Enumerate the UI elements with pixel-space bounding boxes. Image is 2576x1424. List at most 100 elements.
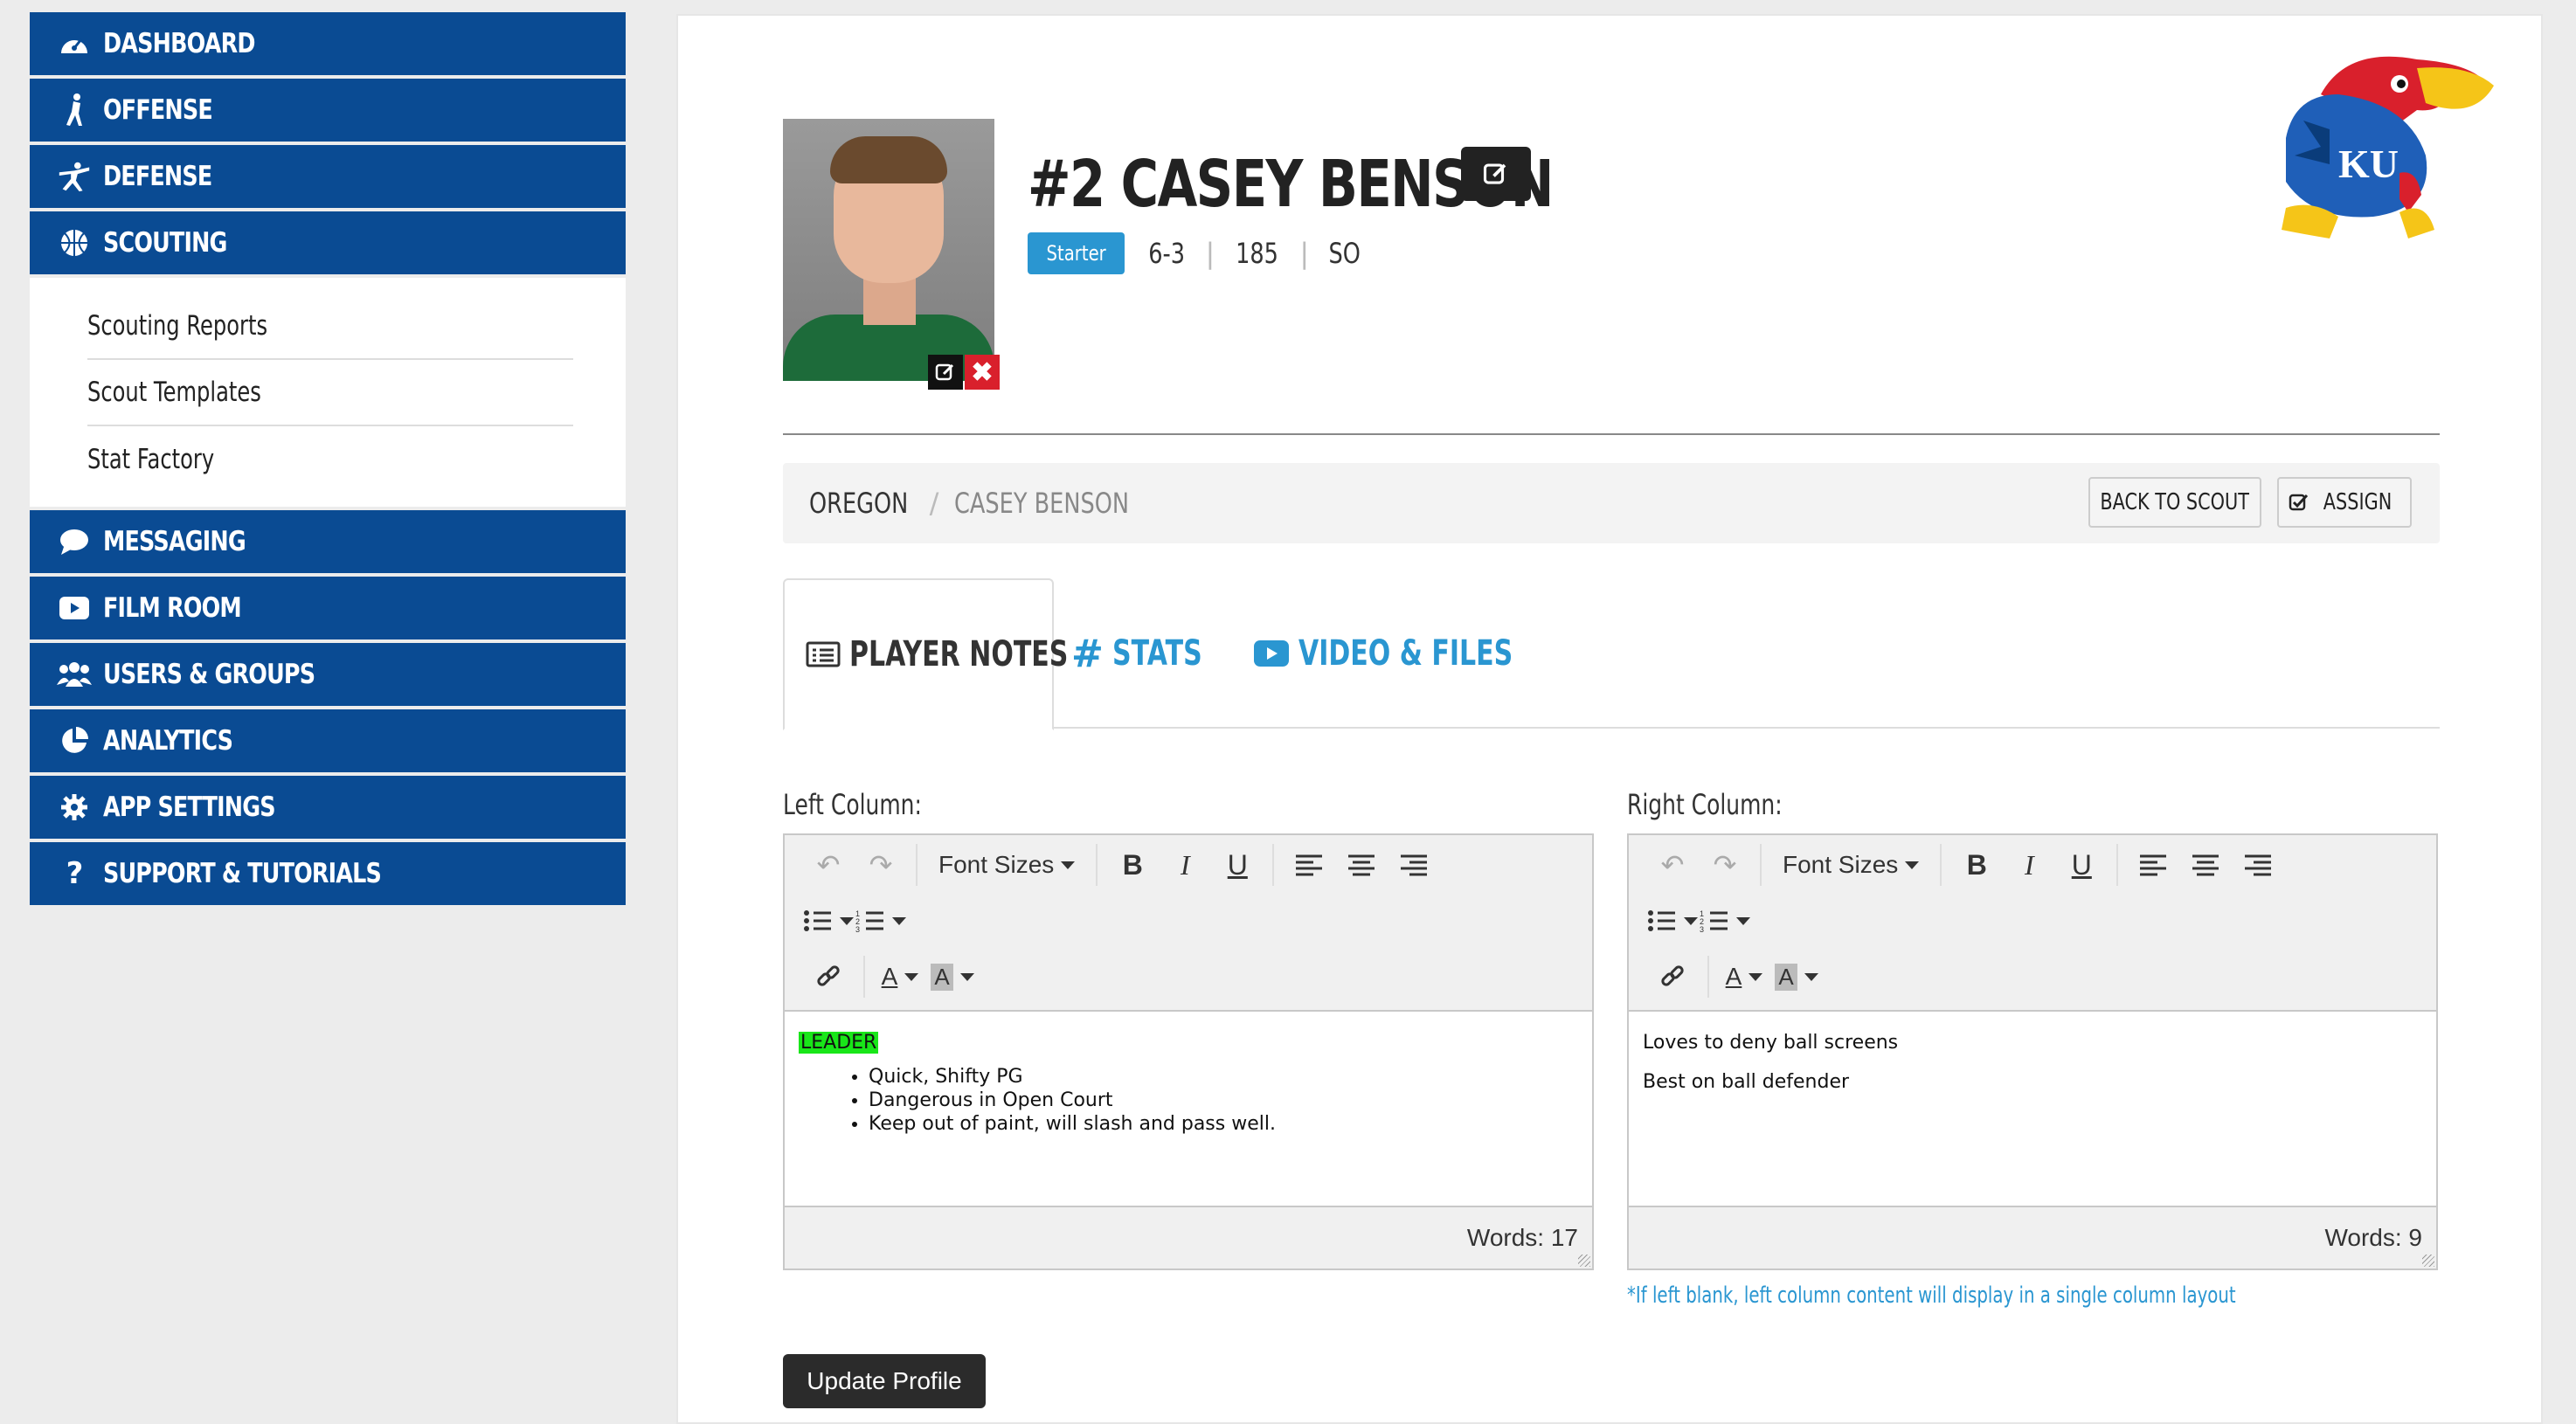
svg-text:3: 3	[1700, 925, 1704, 933]
right-editor-content[interactable]: Loves to deny ball screens Best on ball …	[1629, 1012, 2436, 1206]
italic-icon[interactable]: I	[1159, 840, 1211, 889]
nav-users-groups[interactable]: USERS & GROUPS	[30, 643, 626, 706]
tabs: PLAYER NOTES # STATS VIDEO & FILES	[783, 578, 2440, 730]
subnav-scout-templates[interactable]: Scout Templates	[87, 360, 573, 426]
name-edit-button[interactable]	[1461, 147, 1531, 201]
update-profile-button[interactable]: Update Profile	[783, 1354, 986, 1408]
align-left-icon[interactable]	[1283, 840, 1335, 889]
nav-analytics[interactable]: ANALYTICS	[30, 709, 626, 772]
left-status-bar: Words: 17	[785, 1206, 1592, 1268]
link-icon[interactable]	[1646, 952, 1699, 1001]
list-icon	[806, 641, 841, 667]
align-right-icon[interactable]	[2232, 840, 2284, 889]
bullet-list-icon[interactable]	[1646, 896, 1699, 945]
redo-icon[interactable]: ↷	[1699, 840, 1751, 889]
nav-label: SCOUTING	[103, 227, 227, 259]
hash-icon: #	[1071, 631, 1104, 676]
chevron-down-icon	[1905, 861, 1920, 869]
numbered-list-icon[interactable]: 123	[855, 896, 907, 945]
player-weight: 185	[1236, 237, 1279, 270]
column-layout-note: *If left blank, left column content will…	[1627, 1282, 2236, 1309]
tab-video-files[interactable]: VIDEO & FILES	[1253, 578, 1584, 729]
undo-icon[interactable]: ↶	[802, 840, 855, 889]
left-editor-content[interactable]: LEADER Quick, Shifty PG Dangerous in Ope…	[785, 1012, 1592, 1206]
nav-label: DEFENSE	[103, 161, 212, 192]
tab-player-notes[interactable]: PLAYER NOTES	[783, 578, 1068, 730]
gear-icon	[56, 789, 93, 826]
word-count: Words: 17	[1466, 1224, 1578, 1251]
nav-app-settings[interactable]: APP SETTINGS	[30, 776, 626, 839]
nav-label: SUPPORT & TUTORIALS	[103, 858, 382, 889]
tab-stats[interactable]: # STATS	[1071, 578, 1232, 729]
right-column-editor: ↶ ↷ Font Sizes B I U 123 A A Loves to de…	[1627, 833, 2438, 1270]
editor-toolbar: ↶ ↷ Font Sizes B I U 123 A A	[785, 835, 1592, 1012]
player-height: 6-3	[1148, 237, 1186, 270]
numbered-list-icon[interactable]: 123	[1699, 896, 1751, 945]
link-icon[interactable]	[802, 952, 855, 1001]
background-color-icon[interactable]: A	[1770, 952, 1823, 1001]
pie-chart-icon	[56, 722, 93, 759]
player-meta: Starter 6-3 | 185 | SO	[1028, 232, 1365, 274]
left-column-label: Left Column:	[783, 788, 922, 821]
chat-bubble-icon	[56, 523, 93, 560]
player-year: SO	[1328, 237, 1361, 270]
svg-text:3: 3	[855, 925, 860, 933]
nav-dashboard[interactable]: DASHBOARD	[30, 12, 626, 75]
status-badge: Starter	[1028, 232, 1125, 274]
bold-icon[interactable]: B	[1950, 840, 2003, 889]
scouting-subnav: Scouting Reports Scout Templates Stat Fa…	[30, 278, 626, 507]
list-item: Quick, Shifty PG	[869, 1065, 1578, 1089]
nav-label: ANALYTICS	[103, 725, 233, 757]
text-color-icon[interactable]: A	[874, 952, 926, 1001]
list-item: Keep out of paint, will slash and pass w…	[869, 1112, 1578, 1136]
nav-defense[interactable]: DEFENSE	[30, 145, 626, 208]
player-name: #2 CASEY BENSON	[1028, 147, 1684, 222]
player-photo	[783, 119, 994, 381]
align-center-icon[interactable]	[1335, 840, 1388, 889]
italic-icon[interactable]: I	[2003, 840, 2055, 889]
assign-button[interactable]: ASSIGN	[2277, 477, 2412, 528]
background-color-icon[interactable]: A	[926, 952, 979, 1001]
bold-icon[interactable]: B	[1106, 840, 1159, 889]
bullet-list-icon[interactable]	[802, 896, 855, 945]
undo-icon[interactable]: ↶	[1646, 840, 1699, 889]
question-icon: ?	[66, 856, 84, 891]
leader-highlight: LEADER	[799, 1032, 879, 1054]
logo-text: KU	[2338, 142, 2399, 186]
subnav-stat-factory[interactable]: Stat Factory	[87, 426, 573, 493]
subnav-scouting-reports[interactable]: Scouting Reports	[87, 294, 573, 360]
breadcrumb-team[interactable]: OREGON	[809, 487, 908, 520]
redo-icon[interactable]: ↷	[855, 840, 907, 889]
nav-label: FILM ROOM	[103, 592, 242, 624]
left-column-editor: ↶ ↷ Font Sizes B I U 123 A A LEADER • Qu…	[783, 833, 1594, 1270]
font-sizes-dropdown[interactable]: Font Sizes	[926, 840, 1087, 889]
align-center-icon[interactable]	[2179, 840, 2232, 889]
nav-offense[interactable]: OFFENSE	[30, 79, 626, 142]
defense-player-icon	[56, 158, 93, 195]
nav-messaging[interactable]: MESSAGING	[30, 510, 626, 573]
nav-label: OFFENSE	[103, 94, 213, 126]
edit-icon	[935, 363, 954, 381]
resize-handle[interactable]	[1578, 1255, 1590, 1267]
jayhawk-logo: KU	[2282, 56, 2494, 238]
align-left-icon[interactable]	[2127, 840, 2179, 889]
nav-support-tutorials[interactable]: ? SUPPORT & TUTORIALS	[30, 842, 626, 905]
photo-delete-button[interactable]: ✖	[965, 355, 1000, 390]
resize-handle[interactable]	[2422, 1255, 2434, 1267]
font-sizes-dropdown[interactable]: Font Sizes	[1770, 840, 1931, 889]
users-icon	[56, 656, 93, 693]
underline-icon[interactable]: U	[1211, 840, 1264, 889]
left-bullets: Quick, Shifty PG Dangerous in Open Court…	[869, 1065, 1578, 1136]
align-right-icon[interactable]	[1388, 840, 1440, 889]
nav-scouting[interactable]: SCOUTING	[30, 211, 626, 274]
photo-edit-button[interactable]	[928, 355, 963, 390]
underline-icon[interactable]: U	[2055, 840, 2108, 889]
nav-film-room[interactable]: FILM ROOM	[30, 577, 626, 639]
text-color-icon[interactable]: A	[1718, 952, 1770, 1001]
play-icon	[1253, 639, 1290, 667]
right-line: Best on ball defender	[1643, 1071, 1850, 1093]
sidebar: DASHBOARD OFFENSE DEFENSE SCOUTING Scout…	[30, 12, 626, 909]
back-to-scout-button[interactable]: BACK TO SCOUT	[2088, 477, 2261, 528]
nav-label: MESSAGING	[103, 526, 246, 557]
right-line: Loves to deny ball screens	[1643, 1032, 1899, 1054]
